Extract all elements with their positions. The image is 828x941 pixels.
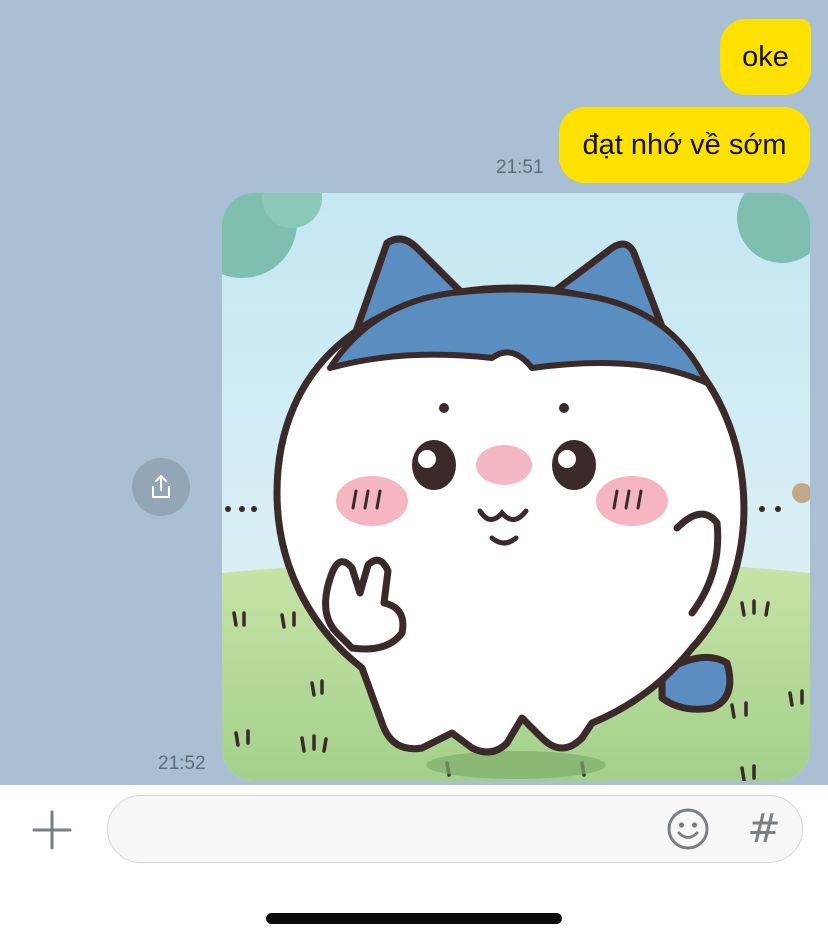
message-text: oke [742,40,789,73]
plus-icon [32,810,72,850]
emoji-button[interactable] [666,807,710,851]
message-bubble[interactable]: đạt nhớ về sớm [559,107,810,183]
share-icon [152,475,170,498]
emoji-icon [667,808,709,850]
image-message[interactable] [222,193,810,781]
share-button[interactable] [132,458,190,516]
message-text: đạt nhớ về sớm [582,128,787,161]
chat-area[interactable]: oke đạt nhớ về sớm 21:51 21:52 [0,0,828,785]
message-timestamp: 21:51 [496,157,544,178]
message-bubble[interactable]: oke [720,19,811,95]
hashtag-button[interactable]: # [744,806,784,852]
home-indicator [266,913,562,924]
hashtag-icon: # [747,806,781,852]
chiikawa-illustration [222,193,810,781]
message-timestamp: 21:52 [158,753,206,774]
add-attachment-button[interactable] [30,808,74,852]
